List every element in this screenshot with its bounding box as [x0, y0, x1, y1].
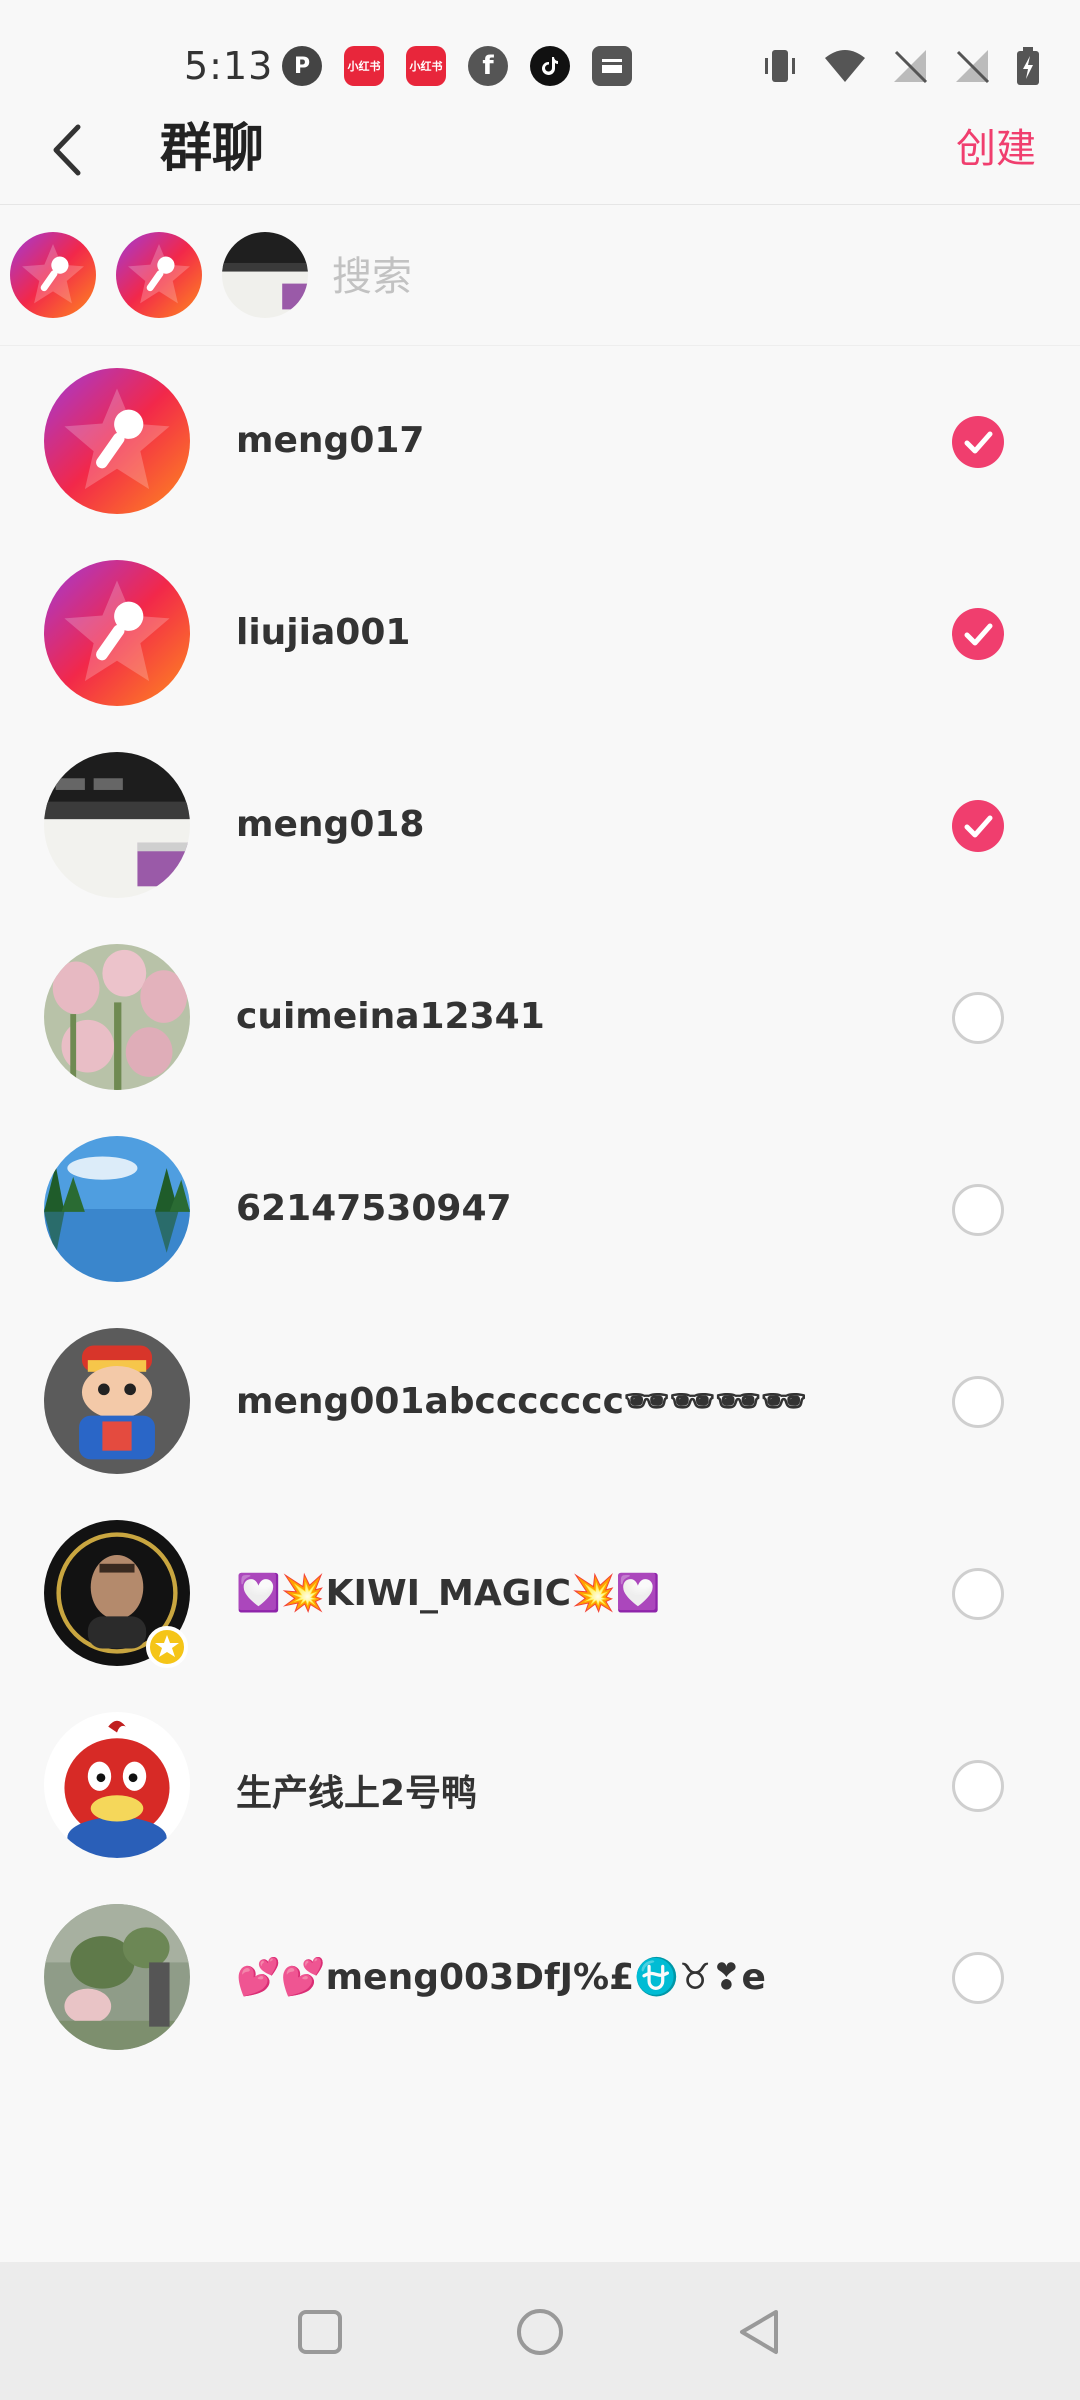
- top-app-bar: 群聊 创建: [0, 100, 1080, 205]
- xiaohongshu-icon: 小红书: [344, 46, 384, 86]
- battery-charging-icon: [1017, 47, 1039, 85]
- chevron-left-icon: [53, 124, 81, 176]
- avatar: [44, 1328, 190, 1474]
- star-badge-icon: [146, 1626, 188, 1668]
- status-time: 5:13: [184, 44, 274, 88]
- avatar: [44, 1136, 190, 1282]
- checkbox-checked[interactable]: [952, 800, 1004, 852]
- selected-avatar[interactable]: [116, 232, 202, 318]
- inbox-icon: [592, 46, 632, 86]
- vibrate-icon: [765, 50, 795, 82]
- selected-avatar[interactable]: [222, 232, 308, 318]
- contact-row[interactable]: 💕💕meng003DfJ%£⛎♉❣e: [0, 1886, 1080, 2078]
- checkbox-checked[interactable]: [952, 608, 1004, 660]
- contact-row[interactable]: 62147530947: [0, 1118, 1080, 1310]
- contact-list: meng017 liujia001 meng018 cuimeina12341 …: [0, 350, 1080, 2078]
- contact-name: meng017: [236, 420, 425, 461]
- search-input[interactable]: [332, 242, 1032, 312]
- checkbox-unchecked[interactable]: [952, 1184, 1004, 1236]
- contact-name: 💟💥KIWI_MAGIC💥💟: [236, 1573, 661, 1614]
- back-button[interactable]: [50, 110, 110, 190]
- page-title: 群聊: [160, 119, 265, 179]
- contact-row[interactable]: meng017: [0, 350, 1080, 542]
- contact-row[interactable]: liujia001: [0, 542, 1080, 734]
- avatar: [44, 560, 190, 706]
- recent-apps-icon[interactable]: [292, 2304, 348, 2360]
- p-app-icon: P: [282, 46, 322, 86]
- selected-members-bar: [0, 206, 1080, 346]
- contact-name: meng001abccccccc🕶🕶🕶🕶: [236, 1381, 807, 1422]
- group-chat-screen: 5:13 P 小红书 小红书 f 群聊 创建 搜索 meng017 liujia…: [0, 0, 1080, 2400]
- contact-row[interactable]: meng018: [0, 734, 1080, 926]
- contact-name: 💕💕meng003DfJ%£⛎♉❣e: [236, 1957, 766, 1998]
- no-signal-icon: [956, 50, 990, 84]
- selected-avatar[interactable]: [10, 232, 96, 318]
- checkmark-icon: [964, 431, 993, 454]
- avatar: [44, 752, 190, 898]
- contact-name: meng018: [236, 804, 425, 845]
- contact-row[interactable]: 生产线上2号鸭: [0, 1694, 1080, 1886]
- contact-row[interactable]: cuimeina12341: [0, 926, 1080, 1118]
- xiaohongshu-icon: 小红书: [406, 46, 446, 86]
- contact-name: 生产线上2号鸭: [236, 1773, 478, 1814]
- checkbox-unchecked[interactable]: [952, 1952, 1004, 2004]
- tiktok-icon: [530, 46, 570, 86]
- system-nav-bar: [0, 2262, 1080, 2400]
- avatar: [44, 944, 190, 1090]
- system-icons: [762, 46, 1040, 86]
- avatar: [44, 1904, 190, 2050]
- checkbox-unchecked[interactable]: [952, 1568, 1004, 1620]
- back-icon[interactable]: [732, 2304, 788, 2360]
- checkmark-icon: [964, 815, 993, 838]
- contact-name: cuimeina12341: [236, 996, 545, 1037]
- avatar: [44, 1712, 190, 1858]
- no-signal-icon: [894, 50, 928, 84]
- contact-name: liujia001: [236, 612, 411, 653]
- contact-name: 62147530947: [236, 1188, 512, 1229]
- selected-avatars: [10, 232, 308, 318]
- contact-row[interactable]: meng001abccccccc🕶🕶🕶🕶: [0, 1310, 1080, 1502]
- checkbox-unchecked[interactable]: [952, 1760, 1004, 1812]
- create-button[interactable]: 创建: [956, 114, 1036, 184]
- facebook-icon: f: [468, 46, 508, 86]
- notification-icons: P 小红书 小红书 f: [282, 46, 632, 86]
- checkbox-unchecked[interactable]: [952, 992, 1004, 1044]
- status-bar: 5:13 P 小红书 小红书 f: [0, 0, 1080, 100]
- avatar: [44, 368, 190, 514]
- checkbox-unchecked[interactable]: [952, 1376, 1004, 1428]
- wifi-icon: [825, 50, 865, 82]
- contact-row[interactable]: 💟💥KIWI_MAGIC💥💟: [0, 1502, 1080, 1694]
- checkbox-checked[interactable]: [952, 416, 1004, 468]
- home-icon[interactable]: [512, 2304, 568, 2360]
- checkmark-icon: [964, 623, 993, 646]
